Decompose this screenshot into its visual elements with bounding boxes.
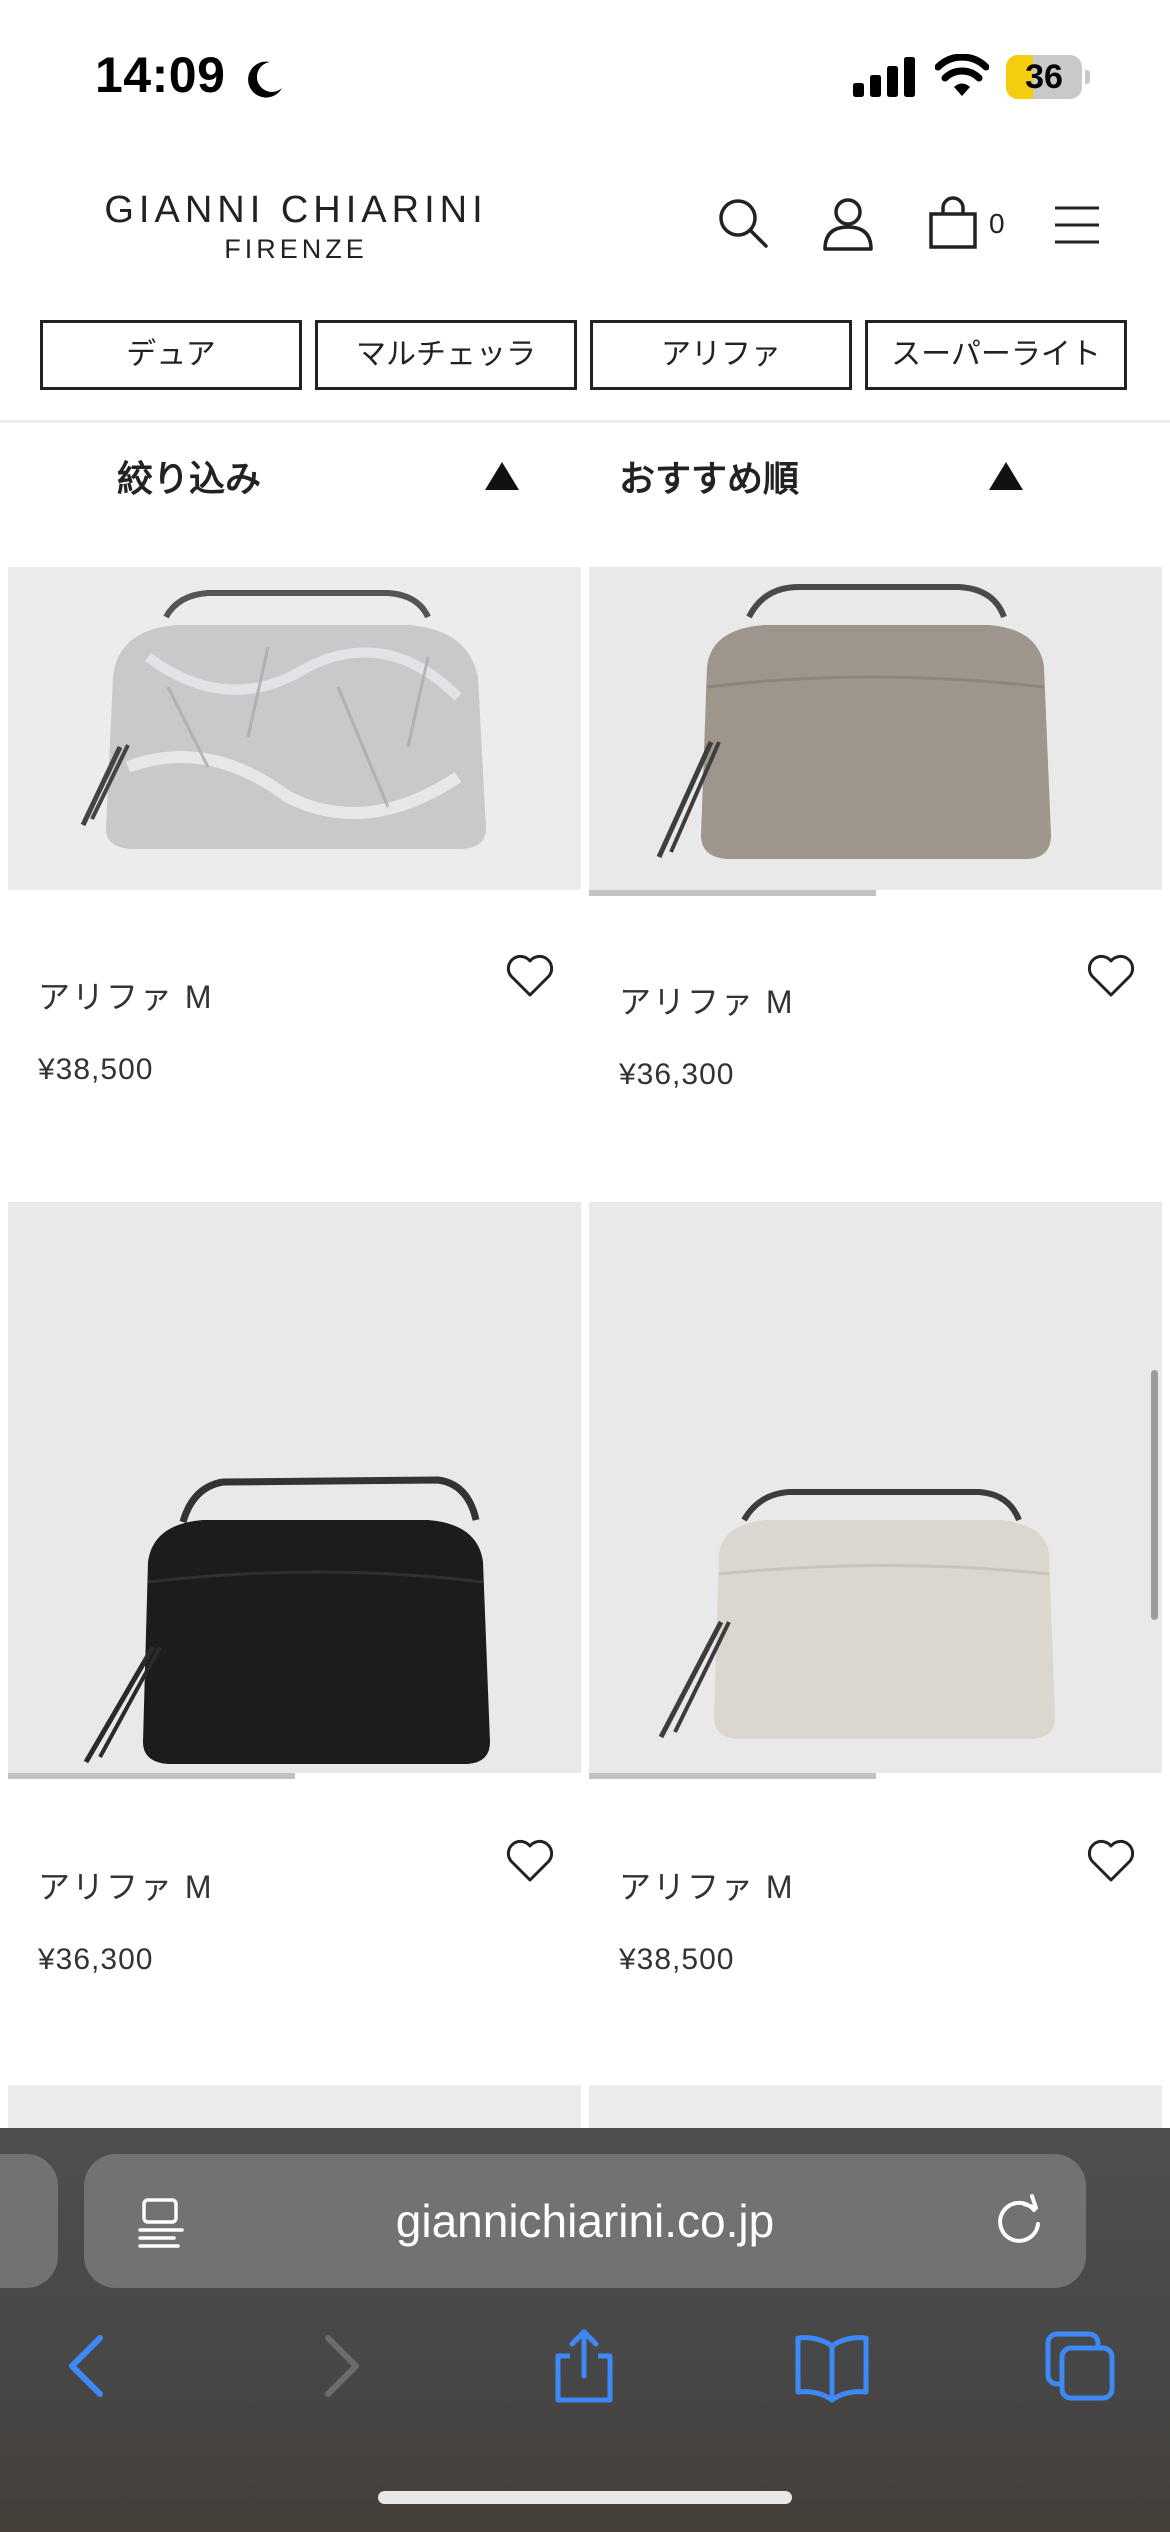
account-icon[interactable] <box>822 197 874 251</box>
product-name[interactable]: アリファ M <box>619 1862 795 1908</box>
gallery-progress-bar <box>589 890 876 896</box>
filter-bar: 絞り込み おすすめ順 <box>0 440 1170 512</box>
scroll-indicator[interactable] <box>1151 1370 1158 1620</box>
product-card[interactable]: アリファ M ¥38,500 <box>589 1202 1162 2052</box>
cart-count: 0 <box>989 208 1005 239</box>
product-name[interactable]: アリファ M <box>38 972 214 1018</box>
gallery-progress-bar <box>8 1773 295 1779</box>
product-image[interactable] <box>589 567 1162 890</box>
product-card[interactable]: アリファ M ¥36,300 <box>8 1202 581 2052</box>
product-price: ¥38,500 <box>619 1943 735 1976</box>
status-time: 14:09 <box>95 47 226 103</box>
heart-icon[interactable] <box>1086 953 1136 999</box>
gallery-progress-bar <box>589 1773 876 1779</box>
back-icon[interactable] <box>50 2328 126 2404</box>
product-image[interactable] <box>8 567 581 890</box>
bag-image-black <box>8 1202 581 1773</box>
bookmarks-icon[interactable] <box>794 2328 870 2404</box>
header-divider <box>0 420 1170 423</box>
refine-label: 絞り込み <box>117 459 262 500</box>
product-name[interactable]: アリファ M <box>619 977 795 1023</box>
battery-icon: 36 <box>1006 55 1090 99</box>
product-price: ¥36,300 <box>38 1943 154 1976</box>
tabs-icon[interactable] <box>1042 2328 1118 2404</box>
menu-icon[interactable] <box>1054 205 1100 245</box>
status-bar: 14:09 36 <box>0 0 1170 150</box>
category-tab-alifa[interactable]: アリファ <box>590 320 852 390</box>
cart-icon[interactable] <box>928 196 978 250</box>
category-tab-dua[interactable]: デュア <box>40 320 302 390</box>
address-bar[interactable]: giannichiarini.co.jp <box>84 2154 1086 2288</box>
search-icon[interactable] <box>717 197 769 249</box>
product-price: ¥38,500 <box>38 1053 154 1086</box>
product-name[interactable]: アリファ M <box>38 1862 214 1908</box>
battery-level: 36 <box>1025 58 1063 96</box>
product-image[interactable] <box>589 1202 1162 1773</box>
moon-icon <box>248 61 282 98</box>
signal-icon <box>853 57 915 97</box>
sort-label: おすすめ順 <box>619 459 800 500</box>
category-tabs: デュア マルチェッラ アリファ スーパーライト <box>40 320 1130 390</box>
site-header: GIANNI CHIARINI FIRENZE 0 <box>0 150 1170 300</box>
triangle-up-icon <box>485 462 519 490</box>
brand-city: FIRENZE <box>224 234 368 264</box>
bag-image-taupe <box>589 567 1162 890</box>
product-card[interactable]: アリファ M ¥38,500 <box>8 567 581 1107</box>
home-indicator[interactable] <box>378 2491 792 2504</box>
product-image-next[interactable] <box>589 2085 1162 2128</box>
product-price: ¥36,300 <box>619 1058 735 1091</box>
product-card[interactable]: アリファ M ¥36,300 <box>589 567 1162 1107</box>
browser-toolbar: giannichiarini.co.jp <box>0 2128 1170 2532</box>
product-image-next[interactable] <box>8 2085 581 2128</box>
forward-icon[interactable] <box>302 2328 378 2404</box>
heart-icon[interactable] <box>1086 1838 1136 1884</box>
url-text: giannichiarini.co.jp <box>395 2195 775 2247</box>
category-tab-marcella[interactable]: マルチェッラ <box>315 320 577 390</box>
share-icon[interactable] <box>546 2328 622 2404</box>
bag-image-silver <box>8 567 581 890</box>
reload-icon[interactable] <box>990 2192 1048 2250</box>
heart-icon[interactable] <box>505 1838 555 1884</box>
bag-image-ivory <box>589 1202 1162 1773</box>
wifi-icon <box>935 54 989 96</box>
triangle-up-icon <box>989 462 1023 490</box>
brand-logo[interactable]: GIANNI CHIARINI FIRENZE <box>66 188 526 266</box>
previous-tab-preview[interactable] <box>0 2154 58 2288</box>
heart-icon[interactable] <box>505 953 555 999</box>
category-tab-superlight[interactable]: スーパーライト <box>865 320 1127 390</box>
product-image[interactable] <box>8 1202 581 1773</box>
brand-name: GIANNI CHIARINI <box>104 189 488 231</box>
